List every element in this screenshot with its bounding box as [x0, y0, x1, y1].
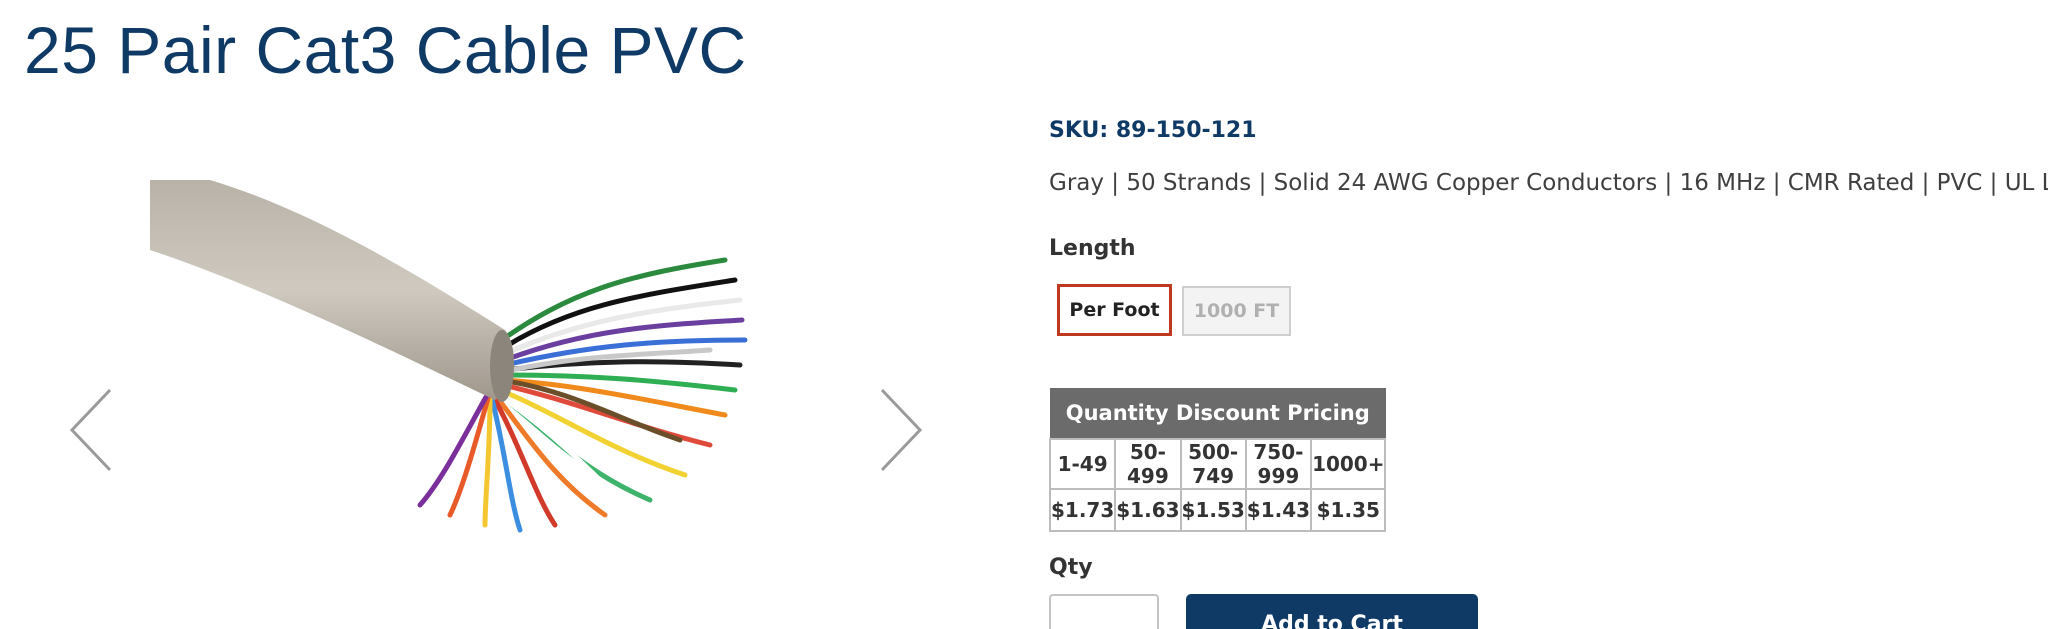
- price-cell: $1.43: [1244, 487, 1313, 532]
- quantity-range-cell: 50-499: [1114, 437, 1182, 490]
- price-cell: $1.53: [1179, 487, 1247, 532]
- quantity-range-cell: 500-749: [1179, 437, 1247, 490]
- chevron-left-icon[interactable]: [64, 380, 124, 480]
- add-to-cart-button[interactable]: Add to Cart: [1186, 594, 1478, 629]
- price-cell: $1.63: [1114, 487, 1182, 532]
- length-option-per-foot[interactable]: Per Foot: [1057, 284, 1172, 336]
- sku-label: SKU: 89-150-121: [1049, 118, 1257, 143]
- price-cell: $1.35: [1310, 487, 1387, 532]
- price-cell: $1.73: [1048, 487, 1117, 532]
- length-option-1000-ft[interactable]: 1000 FT: [1182, 286, 1291, 336]
- product-gallery: [0, 110, 980, 629]
- product-description: Gray | 50 Strands | Solid 24 AWG Copper …: [1049, 170, 2048, 196]
- table-row: $1.73 $1.63 $1.53 $1.43 $1.35: [1048, 487, 1387, 532]
- quantity-input[interactable]: [1049, 594, 1159, 629]
- quantity-range-cell: 1-49: [1048, 437, 1117, 490]
- qty-label: Qty: [1049, 555, 1093, 580]
- product-title: 25 Pair Cat3 Cable PVC: [24, 13, 747, 87]
- chevron-right-icon[interactable]: [868, 380, 928, 480]
- cable-image: [150, 180, 748, 533]
- table-row: 1-49 50-499 500-749 750-999 1000+: [1048, 437, 1387, 490]
- quantity-discount-table: Quantity Discount Pricing 1-49 50-499 50…: [1048, 388, 1387, 532]
- length-label: Length: [1049, 236, 1136, 261]
- quantity-range-cell: 1000+: [1310, 437, 1387, 490]
- pricing-table-title: Quantity Discount Pricing: [1049, 388, 1386, 439]
- quantity-range-cell: 750-999: [1244, 437, 1313, 490]
